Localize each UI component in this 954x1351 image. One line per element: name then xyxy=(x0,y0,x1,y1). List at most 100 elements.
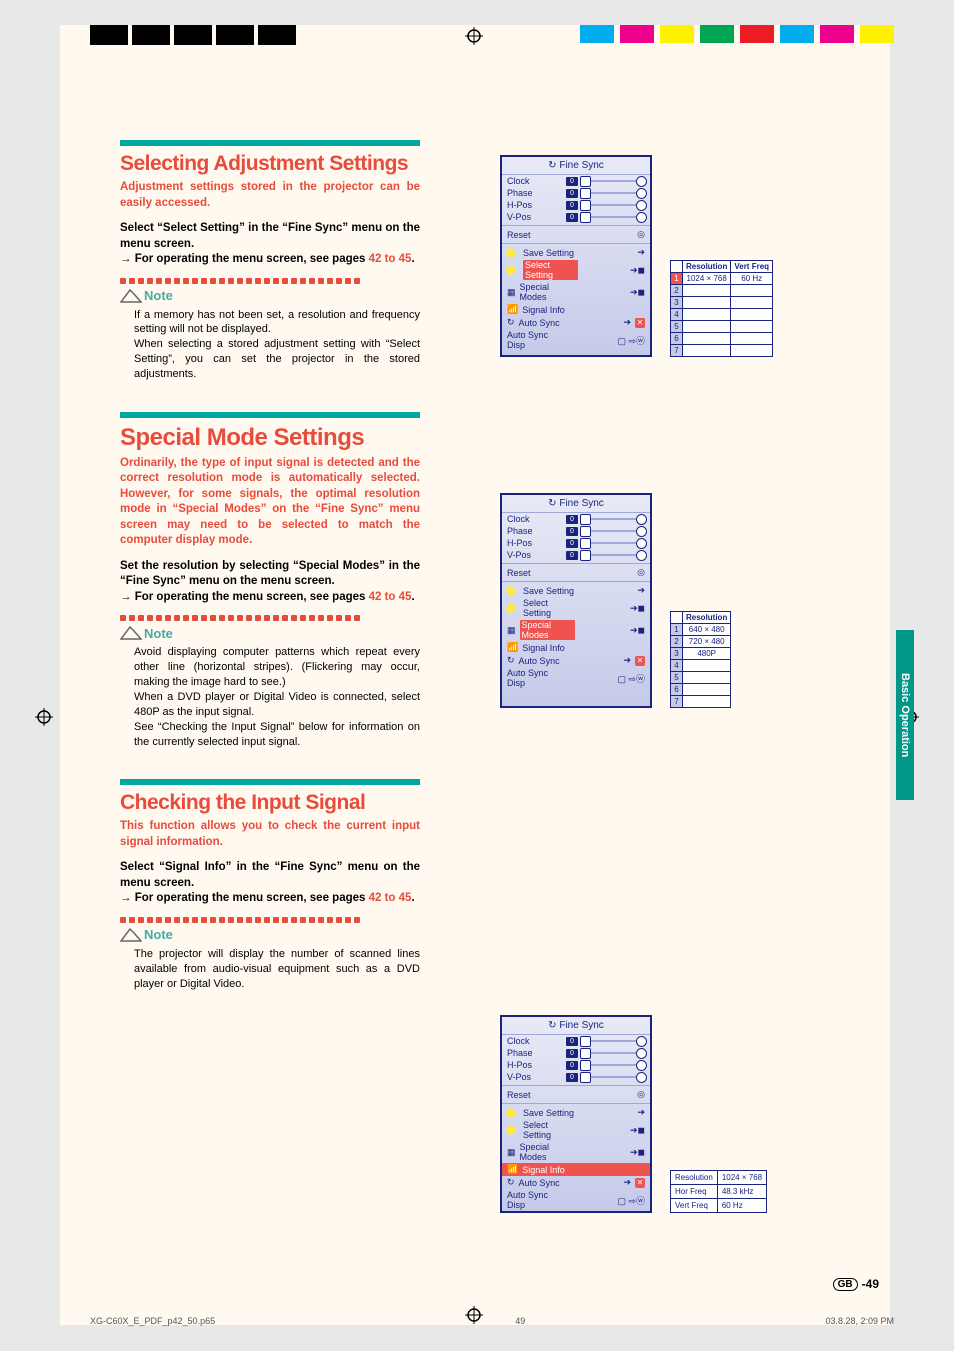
body-text: → For operating the menu screen, see pag… xyxy=(120,892,369,904)
osd-label: V-Pos xyxy=(507,212,562,222)
table-cell: Hor Freq xyxy=(671,1185,718,1199)
table-cell: 48.3 kHz xyxy=(717,1185,766,1199)
document-footer: XG-C60X_E_PDF_p42_50.p65 49 03.8.28, 2:0… xyxy=(90,1316,894,1326)
note-icon xyxy=(120,927,142,943)
note-label: Note xyxy=(144,288,173,303)
note-text: Avoid displaying computer patterns which… xyxy=(134,646,420,688)
table-cell: 1024 × 768 xyxy=(683,273,731,285)
osd-label: Select Setting xyxy=(523,598,578,618)
sync-icon: ↻ xyxy=(507,317,515,328)
osd-label: Auto Sync Disp xyxy=(507,1190,562,1210)
section-body: Select “Select Setting” in the “Fine Syn… xyxy=(120,221,420,268)
page-number-text: -49 xyxy=(862,1277,879,1291)
osd-label: Signal Info xyxy=(522,643,577,653)
slider-icon xyxy=(582,542,645,544)
osd-label: H-Pos xyxy=(507,200,562,210)
osd-label: Auto Sync Disp xyxy=(507,330,562,350)
diamond-icon xyxy=(505,264,516,275)
display-icon: ▢ ⇨ⓦ xyxy=(617,672,645,685)
figure-select-setting: Fine Sync Clock0 Phase0 H-Pos0 V-Pos0 Re… xyxy=(500,155,773,357)
slider-icon xyxy=(582,216,645,218)
osd-label: Select Setting xyxy=(523,1120,578,1140)
osd-value: 0 xyxy=(566,527,578,536)
content-column: Selecting Adjustment Settings Adjustment… xyxy=(120,140,420,991)
page-link[interactable]: 42 to 45 xyxy=(369,253,412,265)
grid-icon: ▦ xyxy=(507,625,516,636)
note-label: Note xyxy=(144,626,173,641)
osd-label: Save Setting xyxy=(523,586,578,596)
note-text: If a memory has not been set, a resoluti… xyxy=(134,309,420,336)
osd-label: Save Setting xyxy=(523,248,578,258)
sync-icon: ↻ xyxy=(507,655,515,666)
dotted-separator xyxy=(120,613,420,623)
table-header: Resolution xyxy=(683,612,731,624)
osd-label: Signal Info xyxy=(522,305,577,315)
display-icon: ▢ ⇨ⓦ xyxy=(617,334,645,347)
registration-mark-icon xyxy=(465,27,483,45)
slider-icon xyxy=(582,1040,645,1042)
slider-icon xyxy=(582,180,645,182)
diamond-icon xyxy=(505,602,516,613)
registration-color-swatches xyxy=(574,25,894,43)
table-cell: 1024 × 768 xyxy=(717,1171,766,1185)
osd-value: 0 xyxy=(566,1049,578,1058)
signal-icon: 📶 xyxy=(507,1164,518,1175)
note-text: See “Checking the Input Signal” below fo… xyxy=(134,721,420,748)
osd-label: Auto Sync xyxy=(519,656,574,666)
footer-page: 49 xyxy=(515,1316,525,1326)
arrow-right-icon: ➔ xyxy=(637,1107,645,1118)
osd-label: Phase xyxy=(507,1048,562,1058)
arrow-right-icon: ➔ xyxy=(637,585,645,596)
note-body: Avoid displaying computer patterns which… xyxy=(120,645,420,749)
note-label: Note xyxy=(144,927,173,942)
close-icon: ✕ xyxy=(635,656,645,666)
signal-info-table: Resolution1024 × 768 Hor Freq48.3 kHz Ve… xyxy=(670,1170,767,1213)
section-title: Selecting Adjustment Settings xyxy=(120,152,420,176)
osd-value: 0 xyxy=(566,189,578,198)
osd-title: Fine Sync xyxy=(502,1017,650,1035)
table-header: Vert Freq xyxy=(731,261,773,273)
table-header: Resolution xyxy=(683,261,731,273)
slider-icon xyxy=(582,1064,645,1066)
figure-special-modes: Fine Sync Clock0 Phase0 H-Pos0 V-Pos0 Re… xyxy=(500,493,731,708)
slider-icon xyxy=(582,518,645,520)
slider-icon xyxy=(582,204,645,206)
note-icon xyxy=(120,625,142,641)
osd-label: Signal Info xyxy=(522,1165,645,1175)
osd-title: Fine Sync xyxy=(502,495,650,513)
registration-mark-icon xyxy=(35,708,53,726)
signal-icon: 📶 xyxy=(507,642,518,653)
osd-label: Special Modes xyxy=(520,282,575,302)
osd-label: Special Modes xyxy=(520,620,575,640)
slider-icon xyxy=(582,554,645,556)
osd-label: Auto Sync Disp xyxy=(507,668,562,688)
body-text: Select “Select Setting” in the “Fine Syn… xyxy=(120,222,420,250)
note-heading: Note xyxy=(120,625,420,641)
dotted-separator xyxy=(120,276,420,286)
note-text: The projector will display the number of… xyxy=(134,948,420,990)
table-cell: Vert Freq xyxy=(671,1199,718,1213)
table-cell: 640 × 480 xyxy=(683,624,731,636)
arrow-right-icon: ➔ xyxy=(623,317,631,328)
osd-label: Reset xyxy=(507,230,562,240)
osd-label: Clock xyxy=(507,514,562,524)
arrow-right-icon: ➔◼ xyxy=(630,625,645,636)
page-link[interactable]: 42 to 45 xyxy=(369,591,412,603)
section-divider xyxy=(120,779,420,785)
note-body: The projector will display the number of… xyxy=(120,947,420,992)
arrow-right-icon: ➔◼ xyxy=(630,1125,645,1136)
arrow-right-icon: ➔ xyxy=(637,247,645,258)
arrow-right-icon: ➔ xyxy=(623,655,631,666)
reset-icon: ◎ xyxy=(637,229,645,240)
page-link[interactable]: 42 to 45 xyxy=(369,892,412,904)
osd-value: 0 xyxy=(566,177,578,186)
arrow-right-icon: ➔◼ xyxy=(630,1147,645,1158)
osd-label: Auto Sync xyxy=(519,318,574,328)
osd-value: 0 xyxy=(566,551,578,560)
dotted-separator xyxy=(120,915,420,925)
signal-icon: 📶 xyxy=(507,304,518,315)
osd-label: H-Pos xyxy=(507,538,562,548)
footer-date: 03.8.28, 2:09 PM xyxy=(825,1316,894,1326)
osd-value: 0 xyxy=(566,201,578,210)
body-text: . xyxy=(411,253,414,265)
